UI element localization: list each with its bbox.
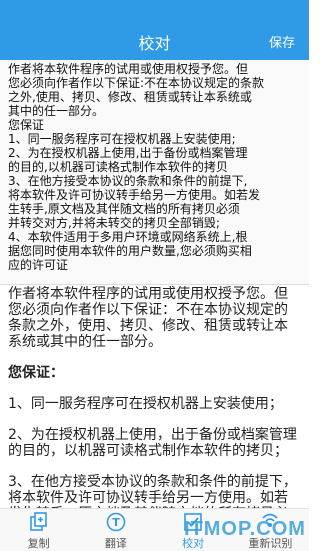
tab-copy[interactable]: 复制 xyxy=(0,509,77,551)
page-title: 校对 xyxy=(138,34,171,53)
ocr-heading: 您保证： xyxy=(8,365,64,381)
svg-text:T: T xyxy=(112,516,120,529)
scanned-text: 作者将本软件程序的试用或使用权授予您。但 您必须向作者作以下保证:不在本协议规定… xyxy=(8,62,265,272)
translate-icon: T xyxy=(106,512,126,532)
ocr-paragraph: 作者将本软件程序的试用或使用权授予您。但您必须向作者作以下保证：不在本协议规定的… xyxy=(8,286,288,350)
ocr-item: 1、同一服务程序可在授权机器上安装使用； xyxy=(8,396,283,412)
ocr-item: 3、在他方接受本协议的条款和条件的前提下，将本软件及许可协议转手给另一方使用。如… xyxy=(8,474,297,508)
tab-translate[interactable]: T 翻译 xyxy=(77,509,154,551)
save-button[interactable]: 保存 xyxy=(269,32,295,51)
tab-copy-label: 复制 xyxy=(27,537,50,550)
ocr-item: 2、为在授权机器上使用，出于备份或档案管理的目的，以机器可读格式制作本软件的拷贝… xyxy=(8,427,297,459)
scanned-image-panel[interactable]: 作者将本软件程序的试用或使用权授予您。但 您必须向作者作以下保证:不在本协议规定… xyxy=(0,60,309,284)
watermark-logo: ITMOP.COM xyxy=(184,518,306,540)
tab-translate-label: 翻译 xyxy=(104,537,127,550)
divider xyxy=(0,284,309,285)
ocr-result-editor[interactable]: 作者将本软件程序的试用或使用权授予您。但您必须向作者作以下保证：不在本协议规定的… xyxy=(0,286,309,508)
copy-icon xyxy=(29,512,47,531)
